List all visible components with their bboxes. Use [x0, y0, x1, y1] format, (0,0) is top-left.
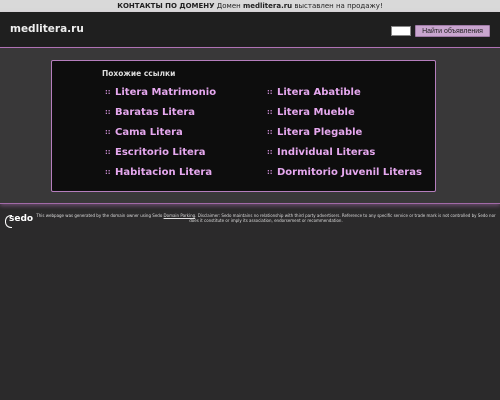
content-band: Похожие ссылки :: Litera Matrimonio :: Bar… — [0, 48, 500, 204]
banner-domain: medlitera.ru — [242, 2, 293, 10]
related-links-panel: Похожие ссылки :: Litera Matrimonio :: Bar… — [51, 60, 436, 192]
link-label: Litera Mueble — [277, 107, 355, 118]
link-label: Baratas Litera — [115, 107, 196, 118]
banner-text-after: выставлен на продажу! — [294, 2, 383, 10]
link-label: Individual Literas — [277, 147, 376, 158]
banner-text-before: Домен — [216, 2, 241, 10]
disclaimer-text-2: . Disclaimer: Sedo maintains no relation… — [189, 213, 496, 223]
link-label: Dormitorio Juvenil Literas — [277, 167, 422, 178]
related-link[interactable]: :: Habitacion Litera — [105, 167, 212, 178]
sedo-logo[interactable]: sedo — [5, 213, 33, 229]
bullet-icon: :: — [267, 148, 273, 156]
bullet-icon: :: — [105, 168, 111, 176]
bullet-icon: :: — [267, 108, 273, 116]
related-link[interactable]: :: Escritorio Litera — [105, 147, 205, 158]
bullet-icon: :: — [105, 148, 111, 156]
link-label: Litera Abatible — [277, 87, 361, 98]
domain-sale-banner: КОНТАКТЫ ПО ДОМЕНУ Домен medlitera.ru вы… — [0, 0, 500, 12]
related-link[interactable]: :: Individual Literas — [267, 147, 375, 158]
related-link[interactable]: :: Cama Litera — [105, 127, 183, 138]
search-input[interactable] — [391, 26, 411, 36]
related-link[interactable]: :: Dormitorio Juvenil Literas — [267, 167, 422, 178]
domain-title: medlitera.ru — [10, 23, 84, 35]
bullet-icon: :: — [267, 88, 273, 96]
disclaimer-text-1: This webpage was generated by the domain… — [36, 213, 163, 218]
related-link[interactable]: :: Baratas Litera — [105, 107, 195, 118]
link-label: Habitacion Litera — [115, 167, 213, 178]
footer: sedo This webpage was generated by the d… — [0, 205, 500, 235]
bullet-icon: :: — [105, 128, 111, 136]
bullet-icon: :: — [267, 128, 273, 136]
bullet-icon: :: — [267, 168, 273, 176]
link-label: Cama Litera — [115, 127, 183, 138]
panel-title: Похожие ссылки — [102, 69, 176, 78]
link-label: Litera Matrimonio — [115, 87, 217, 98]
link-label: Litera Plegable — [277, 127, 363, 138]
sedo-logo-text: sedo — [9, 214, 34, 224]
related-link[interactable]: :: Litera Abatible — [267, 87, 361, 98]
search-button[interactable]: Найти объявления — [415, 25, 490, 37]
disclaimer: This webpage was generated by the domain… — [36, 213, 496, 223]
related-link[interactable]: :: Litera Mueble — [267, 107, 355, 118]
contact-link[interactable]: КОНТАКТЫ ПО ДОМЕНУ — [117, 2, 214, 10]
related-link[interactable]: :: Litera Plegable — [267, 127, 362, 138]
bullet-icon: :: — [105, 88, 111, 96]
related-link[interactable]: :: Litera Matrimonio — [105, 87, 216, 98]
link-label: Escritorio Litera — [115, 147, 206, 158]
header: medlitera.ru Найти объявления — [0, 12, 500, 48]
bullet-icon: :: — [105, 108, 111, 116]
